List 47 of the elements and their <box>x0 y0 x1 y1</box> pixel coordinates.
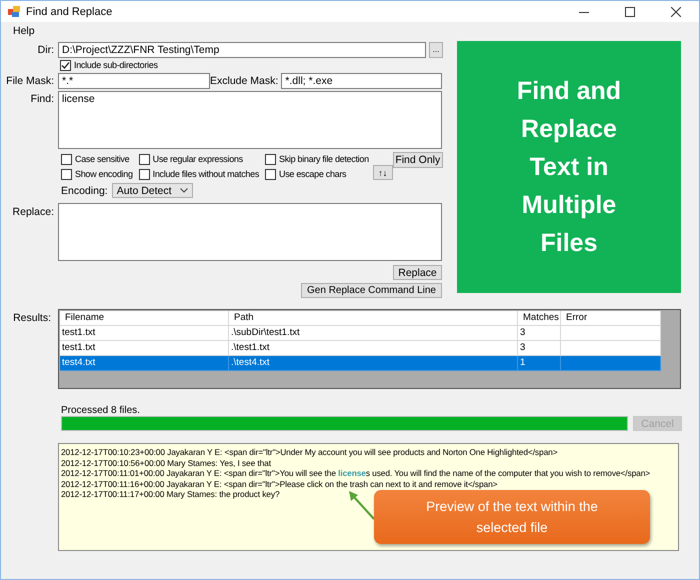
table-row[interactable]: test1.txt .\test1.txt 3 <box>60 341 661 356</box>
text-area[interactable] <box>58 203 442 261</box>
check-icon <box>61 60 70 70</box>
text-area[interactable]: license <box>58 91 442 149</box>
checkbox[interactable]: Show encoding <box>61 167 133 181</box>
field-label: Encoding: <box>61 184 108 196</box>
arrow <box>349 491 375 520</box>
checkbox[interactable]: Skip binary file detection <box>265 152 369 166</box>
table-cell: test4.txt <box>60 356 229 371</box>
table-row[interactable]: test1.txt .\subDir\test1.txt 3 <box>60 326 661 341</box>
preview-line: 2012-12-17T00:11:17+00:00 Mary Stames: the product key? <box>61 489 281 500</box>
field-label: File Mask: <box>5 75 54 87</box>
banner-title: Find and Replace Text in Multiple Files <box>516 76 622 259</box>
replace-button[interactable]: Replace <box>393 265 442 280</box>
input-field[interactable]: D:\Project\ZZZ\FNR Testing\Temp <box>58 42 426 58</box>
swap-button[interactable]: ↑↓ <box>372 165 393 180</box>
field-label: Results: <box>12 312 51 324</box>
checkbox[interactable]: Use regular expressions <box>138 152 260 166</box>
window-title: Find and Replace <box>26 6 112 18</box>
checkbox[interactable]: Include files without matches <box>138 167 260 181</box>
callout: Preview of the text within the selected file <box>374 490 650 544</box>
checkbox[interactable]: Use escape chars <box>265 167 369 181</box>
input-field[interactable]: *.* <box>58 73 210 89</box>
field-label: Find: <box>30 93 54 105</box>
preview-line: 2012-12-17T00:10:23+00:00 Jayakaran Y E: <span dir="ltr">Under My account you will see products and Norton One Highlighted</span> <box>61 447 558 458</box>
close-icon[interactable] <box>671 6 681 16</box>
preview-line: 2012-12-17T00:11:01+00:00 Jayakaran Y E: <span dir="ltr">You will see the licenses used. You will find the name of the computer that you wish to remove</span> <box>61 468 652 478</box>
checkbox[interactable]: Include sub-directories <box>60 58 158 72</box>
menu-item[interactable]: Help <box>11 24 37 36</box>
app-icon <box>8 5 21 18</box>
table-cell: 1 <box>518 356 561 371</box>
preview-line: 2012-12-17T00:11:16+00:00 Jayakaran Y E: <span dir="ltr">Please click on the trash can next to it and remove it</span> <box>61 478 498 489</box>
field-label: Replace: <box>12 206 54 218</box>
preview-line: 2012-12-17T00:10:56+00:00 Mary Stames: Yes, I see that <box>61 458 272 468</box>
find-only-button[interactable]: Find Only <box>392 152 443 168</box>
status-text: Processed 8 files. <box>61 405 141 416</box>
input-field[interactable]: *.dll; *.exe <box>281 73 442 89</box>
field-label: Exclude Mask: <box>210 75 278 87</box>
field-label: Dir: <box>36 44 54 56</box>
command-line-button[interactable]: Gen Replace Command Line <box>301 283 442 298</box>
caret-icon <box>180 188 188 193</box>
dropdown[interactable]: Auto Detect <box>112 183 193 198</box>
table-cell: .\test4.txt <box>229 356 518 371</box>
maximize-icon[interactable] <box>625 6 635 16</box>
checkbox[interactable]: Case sensitive <box>61 152 133 166</box>
browse-button[interactable]: ... <box>429 42 443 58</box>
table-row[interactable]: test4.txt .\test4.txt 1 <box>60 356 661 371</box>
